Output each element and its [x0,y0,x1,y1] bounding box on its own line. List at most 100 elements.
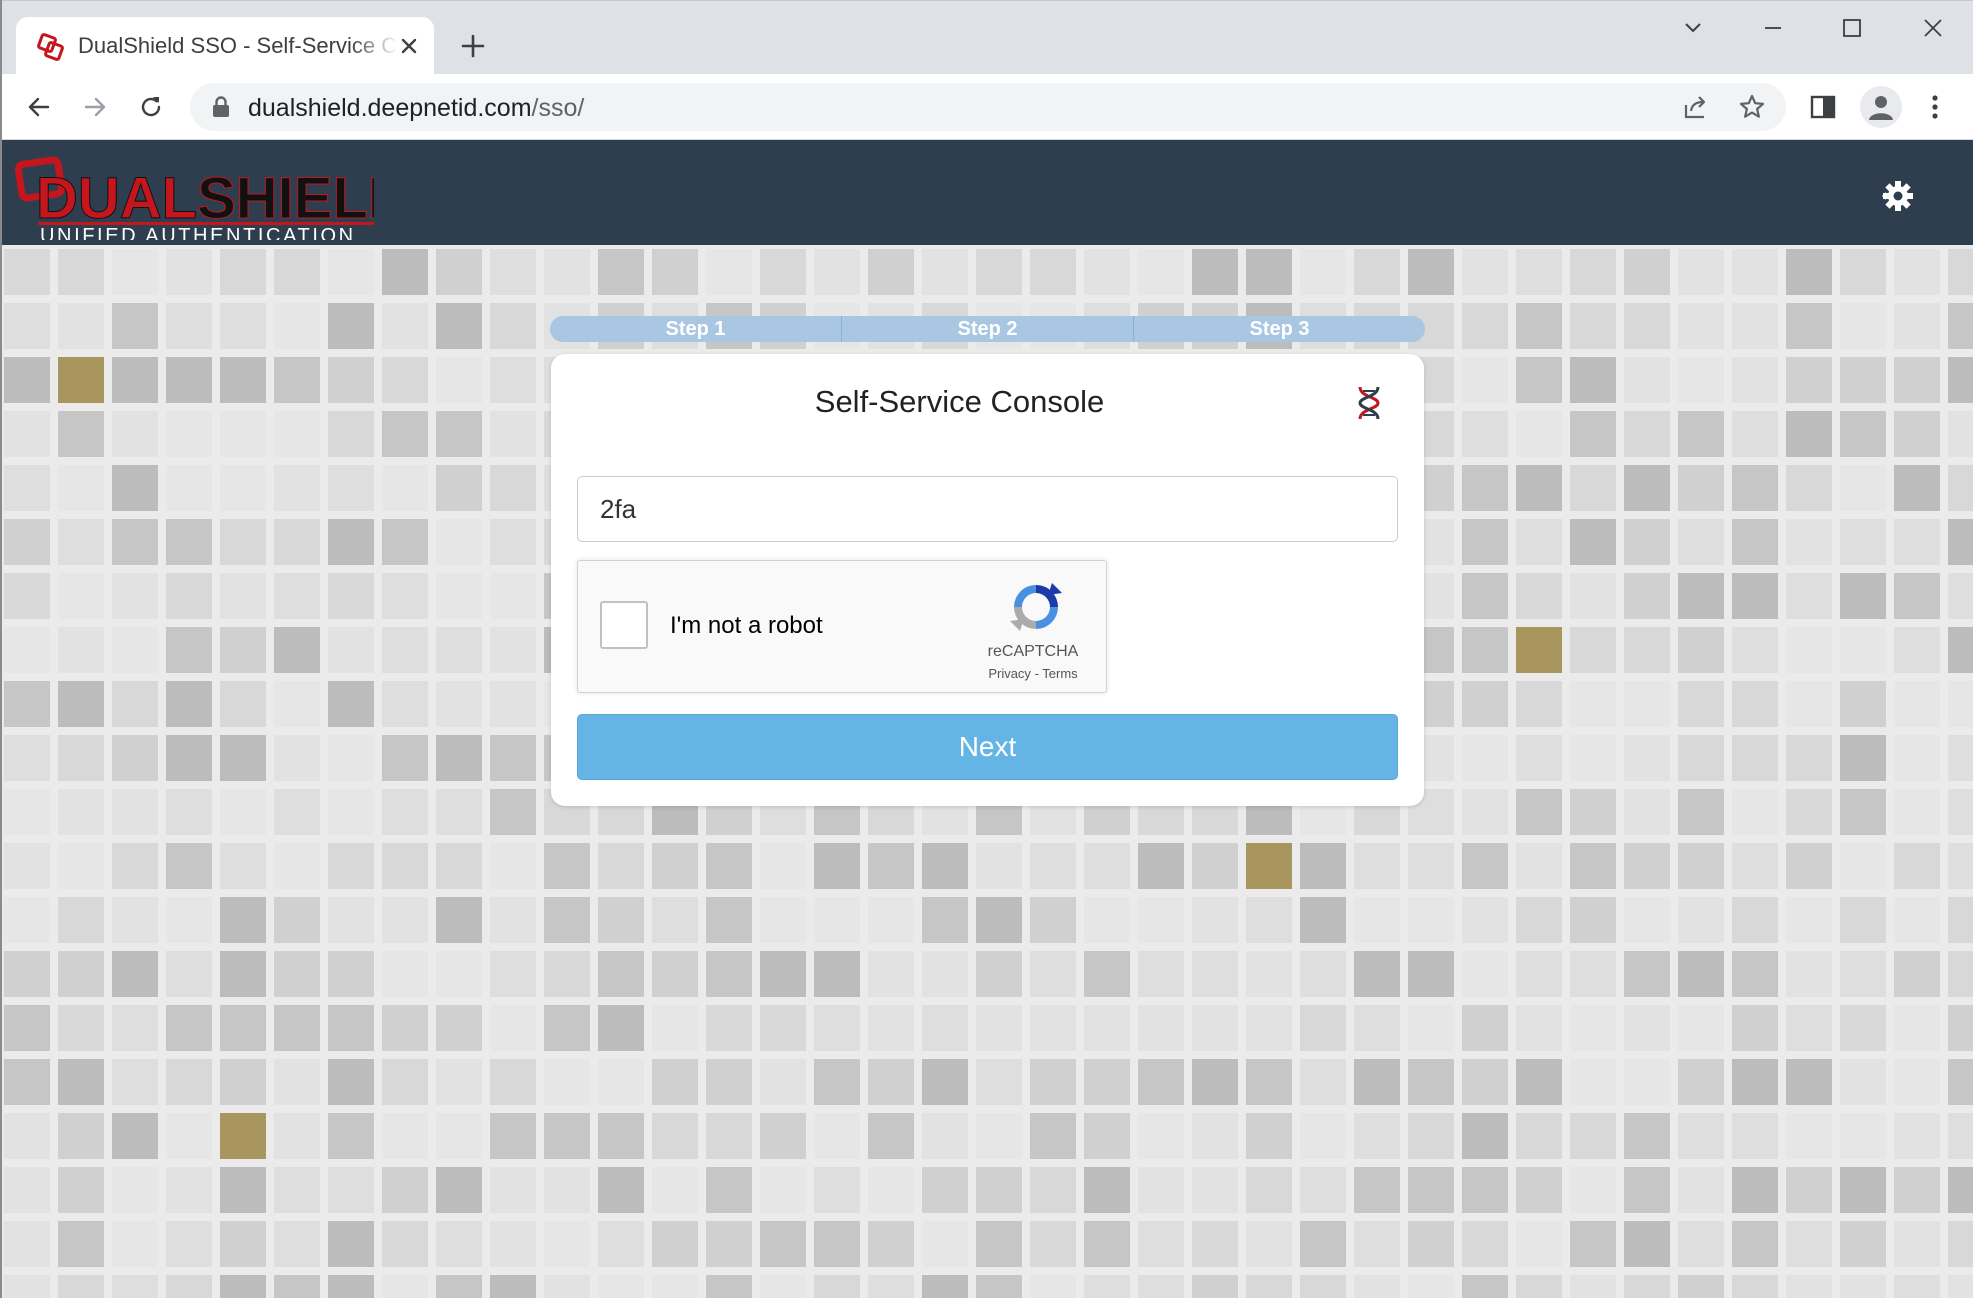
background-tile [220,627,266,673]
reload-icon[interactable] [136,92,166,122]
star-icon[interactable] [1738,93,1766,121]
background-tile [220,1275,266,1298]
background-tile [1516,897,1562,943]
background-tile [598,1221,644,1267]
side-panel-icon[interactable] [1808,92,1838,122]
minimize-icon[interactable] [1758,13,1788,43]
background-tile [1948,843,1973,889]
background-tile [760,1059,806,1105]
background-tile [1678,843,1724,889]
profile-icon [1869,96,1893,120]
recaptcha-checkbox[interactable] [600,601,648,649]
background-tile [490,573,536,619]
background-tile [436,951,482,997]
background-tile [220,573,266,619]
background-tile [1894,1005,1940,1051]
background-tile [112,951,158,997]
background-tile [544,1005,590,1051]
forward-arrow-icon[interactable] [80,92,110,122]
background-tile [112,1113,158,1159]
background-tile [1948,735,1973,781]
background-tile [1138,1005,1184,1051]
back-arrow-icon[interactable] [24,92,54,122]
browser-tab[interactable]: DualShield SSO - Self-Service Console [16,17,434,75]
background-tile [1624,1113,1670,1159]
background-tile [1516,1275,1562,1298]
background-tile [1462,411,1508,457]
background-tile [976,1221,1022,1267]
background-tile [1516,303,1562,349]
background-tile [1354,1275,1400,1298]
close-icon[interactable] [398,35,420,57]
background-tile [382,1275,428,1298]
background-tile [1516,465,1562,511]
background-tile [1678,1275,1724,1298]
recaptcha-terms-link[interactable]: Terms [1042,666,1077,681]
background-tile [1732,627,1778,673]
background-tile [1786,411,1832,457]
background-tile [166,951,212,997]
background-tile [1840,843,1886,889]
background-tile [1030,951,1076,997]
profile-avatar[interactable] [1860,86,1902,128]
background-tile [868,1275,914,1298]
background-tile [1246,951,1292,997]
kebab-menu-icon[interactable] [1920,92,1950,122]
background-tile [760,1275,806,1298]
background-tile [1840,573,1886,619]
background-tile [274,303,320,349]
username-input[interactable] [577,476,1398,542]
dualshield-logo[interactable]: DUALSHIELD UNIFIED AUTHENTICATION [14,150,374,240]
background-tile [1624,735,1670,781]
background-tile [1894,249,1940,295]
background-tile [1138,1167,1184,1213]
maximize-icon[interactable] [1837,13,1867,43]
background-tile [1894,951,1940,997]
address-bar[interactable]: dualshield.deepnetid.com/sso/ [190,83,1786,131]
background-tile [1624,789,1670,835]
background-tile [166,1275,212,1298]
next-button[interactable]: Next [577,714,1398,780]
background-tile [166,465,212,511]
background-tile [1840,681,1886,727]
close-icon[interactable] [1918,13,1948,43]
background-tile [220,249,266,295]
background-tile [1678,465,1724,511]
background-tile [1570,843,1616,889]
background-tile [1516,1113,1562,1159]
background-tile [1624,1221,1670,1267]
background-tile [1084,1005,1130,1051]
background-tile [1246,249,1292,295]
background-tile [490,465,536,511]
background-tile [328,249,374,295]
background-tile [1840,1113,1886,1159]
background-tile [274,357,320,403]
background-tile [382,1113,428,1159]
background-tile [544,1167,590,1213]
dna-icon[interactable] [1352,384,1386,422]
background-tile [1570,1005,1616,1051]
background-tile [1624,951,1670,997]
background-tile [1570,249,1616,295]
background-tile [1192,1167,1238,1213]
lock-icon[interactable] [210,95,232,119]
background-tile [1786,573,1832,619]
background-tile [1246,1005,1292,1051]
background-tile [1786,249,1832,295]
background-tile [1894,843,1940,889]
gear-icon[interactable] [1878,178,1914,214]
share-icon[interactable] [1682,93,1710,121]
background-tile [1570,1113,1616,1159]
chevron-down-icon[interactable] [1678,13,1708,43]
background-tile [4,735,50,781]
recaptcha-privacy-link[interactable]: Privacy [988,666,1031,681]
plus-icon[interactable] [458,31,488,61]
background-tile [1840,951,1886,997]
background-tile [1624,681,1670,727]
background-tile [1462,789,1508,835]
background-tile [58,1113,104,1159]
background-tile [1138,951,1184,997]
background-tile [1732,1167,1778,1213]
background-tile [1786,357,1832,403]
background-tile [1732,1221,1778,1267]
